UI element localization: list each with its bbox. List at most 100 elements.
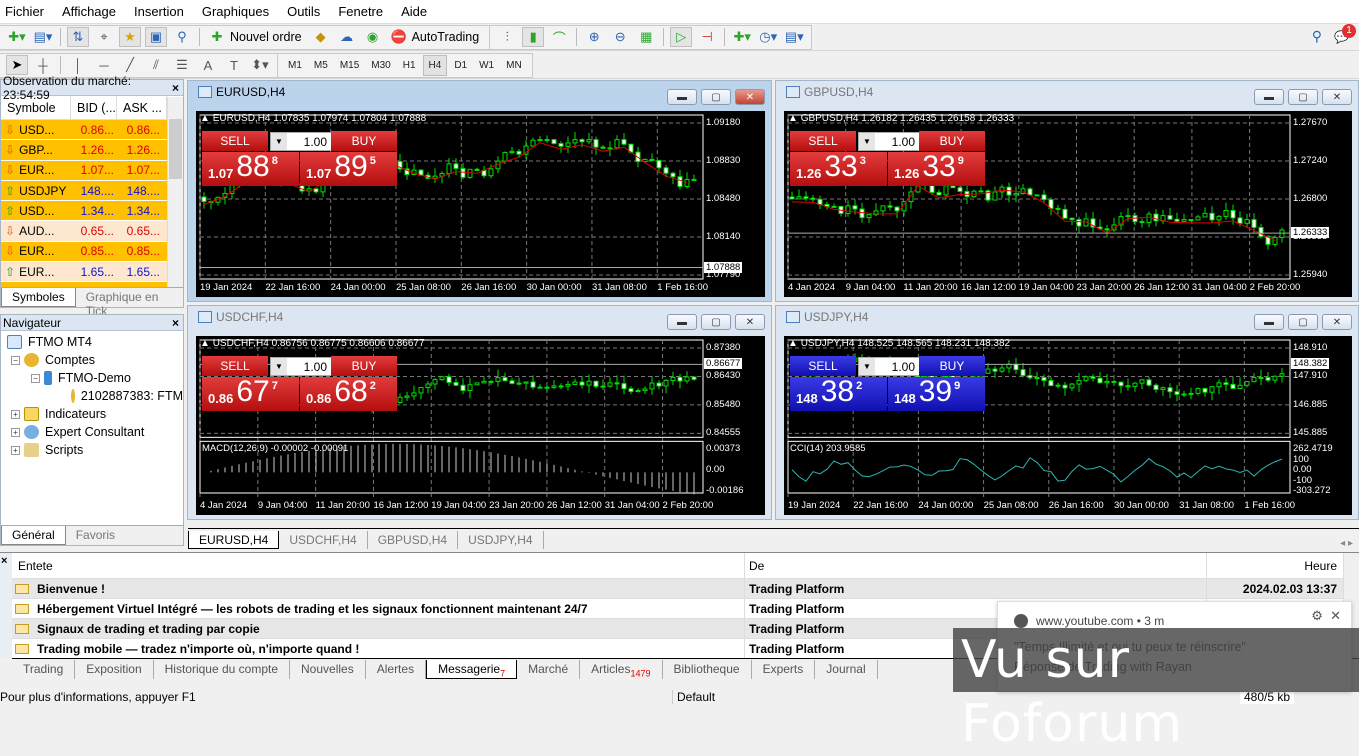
search-icon[interactable]: ⚲ (1312, 28, 1322, 45)
tab-general[interactable]: Général (1, 526, 66, 545)
menu-fenetre[interactable]: Fenetre (337, 4, 393, 19)
terminal-icon[interactable]: ▣ (145, 27, 167, 47)
lot-input[interactable]: 1.00 (875, 135, 919, 149)
terminal-tab-articles[interactable]: Articles1479 (580, 660, 663, 679)
menu-aide[interactable]: Aide (400, 4, 437, 19)
zoom-in-icon[interactable]: ⊕ (583, 27, 605, 47)
maximize-icon[interactable]: ▢ (701, 89, 731, 105)
autotrading-icon[interactable]: ⛔ (388, 27, 410, 47)
minimize-icon[interactable]: ▬ (667, 89, 697, 105)
bid-price-button[interactable]: 148 38 2 (790, 377, 887, 411)
terminal-tab-march[interactable]: Marché (517, 660, 581, 679)
decrease-icon[interactable]: ▼ (271, 358, 287, 375)
tab-favoris[interactable]: Favoris (66, 526, 125, 545)
tf-h1[interactable]: H1 (398, 56, 421, 75)
close-icon[interactable]: × (172, 316, 179, 330)
minimize-icon[interactable]: ▬ (1254, 89, 1284, 105)
terminal-tab-alertes[interactable]: Alertes (366, 660, 427, 679)
buy-button[interactable]: BUY (331, 131, 397, 151)
ask-price-button[interactable]: 1.26 33 9 (888, 152, 985, 186)
message-row[interactable]: Bienvenue ! Trading Platform 2024.02.03 13… (12, 579, 1343, 599)
market-watch-row[interactable]: ⇩ EUR... 1.07... 1.07... (1, 160, 183, 181)
close-icon[interactable]: ✕ (1322, 314, 1352, 330)
tree-item-experts[interactable]: + Expert Consultant (1, 423, 183, 441)
line-chart-icon[interactable]: ⌒ (548, 27, 570, 47)
market-watch-scrollbar[interactable] (167, 97, 183, 287)
buy-button[interactable]: BUY (919, 356, 985, 376)
tree-item-comptes[interactable]: − Comptes (1, 351, 183, 369)
tf-d1[interactable]: D1 (449, 56, 472, 75)
menu-insertion[interactable]: Insertion (133, 4, 194, 19)
close-icon[interactable]: × (0, 555, 7, 567)
signals-icon[interactable]: ◉ (362, 27, 384, 47)
tree-item-server[interactable]: − FTMO-Demo (1, 369, 183, 387)
arrows-icon[interactable]: ⬍▾ (249, 55, 271, 75)
chart-tab-eurusd[interactable]: EURUSD,H4 (188, 531, 280, 549)
autoscroll-icon[interactable]: ▷ (670, 27, 693, 47)
column-ask[interactable]: ASK ... (117, 96, 167, 119)
maximize-icon[interactable]: ▢ (1288, 314, 1318, 330)
maximize-icon[interactable]: ▢ (1288, 89, 1318, 105)
market-watch-row[interactable]: ⇩ EUR... 0.85... 0.85... (1, 241, 183, 263)
market-watch-row[interactable]: ⇩ AUD... 0.65... 0.65... (1, 221, 183, 242)
chart-window-gbpusd[interactable]: GBPUSD,H4 ▬▢✕ 1.276701.272401.268001.263… (775, 80, 1359, 302)
fibonacci-icon[interactable]: ☰ (171, 55, 193, 75)
tree-item-account[interactable]: 2102887383: FTM (1, 387, 183, 405)
profiles-icon[interactable]: ▤▾ (32, 27, 54, 47)
expand-icon[interactable]: + (11, 445, 20, 455)
terminal-tab-historiqueducompte[interactable]: Historique du compte (154, 660, 291, 679)
text-label-icon[interactable]: T (223, 55, 245, 75)
horizontal-line-icon[interactable]: ─ (93, 55, 115, 75)
tf-w1[interactable]: W1 (474, 56, 499, 75)
buy-button[interactable]: BUY (331, 356, 397, 376)
new-order-button[interactable]: Nouvel ordre (230, 30, 302, 44)
terminal-tab-messagerie[interactable]: Messagerie7 (426, 660, 518, 679)
column-bid[interactable]: BID (... (71, 96, 117, 119)
sell-button[interactable]: SELL (790, 131, 856, 151)
market-watch-row[interactable]: ⇧ USDJPY 148.... 148.... (1, 180, 183, 202)
periods-icon[interactable]: ◷▾ (757, 27, 779, 47)
tab-scroll-arrows[interactable]: ◂ ▸ (1334, 538, 1359, 549)
tf-m15[interactable]: M15 (335, 56, 364, 75)
zoom-out-icon[interactable]: ⊖ (609, 27, 631, 47)
vertical-line-icon[interactable]: │ (67, 55, 89, 75)
chart-canvas[interactable]: 1.09180 1.08830 1.08480 1.08140 1.07790 19 Ja… (196, 111, 765, 297)
column-entete[interactable]: Entete (12, 559, 744, 573)
autotrading-button[interactable]: AutoTrading (412, 30, 480, 44)
column-symbol[interactable]: Symbole (1, 96, 71, 119)
chart-tab-usdjpy[interactable]: USDJPY,H4 (458, 531, 544, 549)
tf-m30[interactable]: M30 (366, 56, 395, 75)
chart-window-usdjpy[interactable]: USDJPY,H4 ▬ ▢ ✕ CCI(14) 203.9585 262.4719 10… (775, 305, 1359, 520)
data-window-icon[interactable]: ⌖ (93, 27, 115, 47)
cursor-icon[interactable]: ➤ (6, 55, 28, 75)
terminal-tab-experts[interactable]: Experts (752, 660, 816, 679)
terminal-tab-nouvelles[interactable]: Nouvelles (290, 660, 366, 679)
tree-item-root[interactable]: FTMO MT4 (1, 333, 183, 351)
decrease-icon[interactable]: ▼ (859, 133, 875, 150)
virtual-hosting-icon[interactable]: ☁ (336, 27, 358, 47)
equidistant-channel-icon[interactable]: ⫽ (145, 55, 167, 75)
close-icon[interactable]: ✕ (735, 89, 765, 105)
market-watch-row[interactable]: ⇧ USD... 1.34... 1.34... (1, 201, 183, 222)
terminal-tab-journal[interactable]: Journal (815, 660, 878, 679)
tf-m5[interactable]: M5 (309, 56, 333, 75)
close-icon[interactable]: ✕ (1330, 608, 1341, 623)
chart-tab-gbpusd[interactable]: GBPUSD,H4 (368, 531, 459, 549)
chart-canvas[interactable]: CCI(14) 203.9585 262.4719 100 0.00 -100 -303.… (784, 336, 1352, 515)
sell-button[interactable]: SELL (202, 356, 268, 376)
trendline-icon[interactable]: ╱ (119, 55, 141, 75)
ask-price-button[interactable]: 148 39 9 (888, 377, 985, 411)
maximize-icon[interactable]: ▢ (701, 314, 731, 330)
navigator-icon[interactable]: ★ (119, 27, 141, 47)
collapse-icon[interactable]: − (31, 373, 40, 383)
bar-chart-icon[interactable]: ⫶ (496, 27, 518, 47)
column-heure[interactable]: Heure (1206, 553, 1359, 578)
market-watch-row[interactable]: ⇧ EUR... 1.65... 1.65... (1, 262, 183, 283)
decrease-icon[interactable]: ▼ (859, 358, 875, 375)
minimize-icon[interactable]: ▬ (667, 314, 697, 330)
templates-icon[interactable]: ▤▾ (783, 27, 805, 47)
metaeditor-icon[interactable]: ◆ (310, 27, 332, 47)
bid-price-button[interactable]: 1.07 88 8 (202, 152, 299, 186)
lot-input[interactable]: 1.00 (875, 360, 919, 374)
column-de[interactable]: De (744, 553, 1206, 578)
